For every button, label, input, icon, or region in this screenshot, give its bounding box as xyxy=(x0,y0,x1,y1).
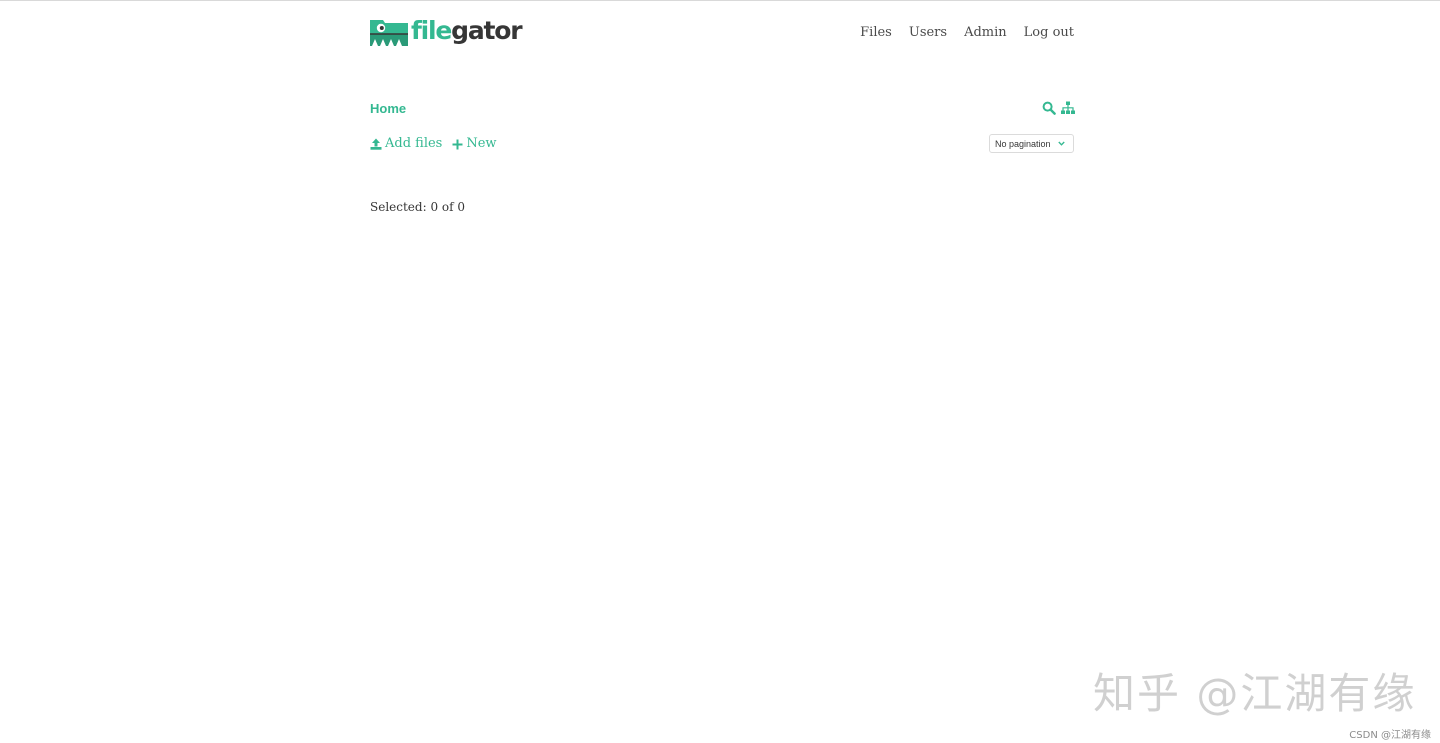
search-icon[interactable] xyxy=(1042,101,1056,115)
watermark-small: CSDN @江湖有缘 xyxy=(1349,730,1431,741)
selection-status: Selected: 0 of 0 xyxy=(370,200,466,214)
upload-icon xyxy=(370,138,382,150)
gator-logo-icon xyxy=(370,20,408,46)
page: filegator Files Users Admin Log out Home xyxy=(0,0,1440,743)
pagination-select[interactable]: No pagination xyxy=(989,134,1074,153)
nav-users[interactable]: Users xyxy=(909,24,947,41)
toolbar-icons xyxy=(1042,101,1075,115)
breadcrumb-home[interactable]: Home xyxy=(370,101,406,116)
logo-text: filegator xyxy=(411,16,523,45)
top-nav: Files Users Admin Log out xyxy=(860,24,1074,41)
new-button[interactable]: New xyxy=(452,136,497,152)
new-label: New xyxy=(466,136,497,151)
add-files-label: Add files xyxy=(385,136,443,151)
chevron-down-icon xyxy=(1058,141,1065,146)
watermark-large: 知乎 @江湖有缘 xyxy=(1093,669,1417,718)
action-bar: Add files New xyxy=(370,136,497,152)
plus-icon xyxy=(452,139,463,149)
pagination-selected-value: No pagination xyxy=(995,138,1051,149)
nav-logout[interactable]: Log out xyxy=(1024,24,1074,41)
top-divider xyxy=(0,0,1440,1)
sitemap-icon[interactable] xyxy=(1061,101,1075,115)
nav-files[interactable]: Files xyxy=(860,24,892,41)
logo[interactable]: filegator xyxy=(369,16,523,48)
add-files-button[interactable]: Add files xyxy=(370,136,442,152)
nav-admin[interactable]: Admin xyxy=(964,24,1007,41)
